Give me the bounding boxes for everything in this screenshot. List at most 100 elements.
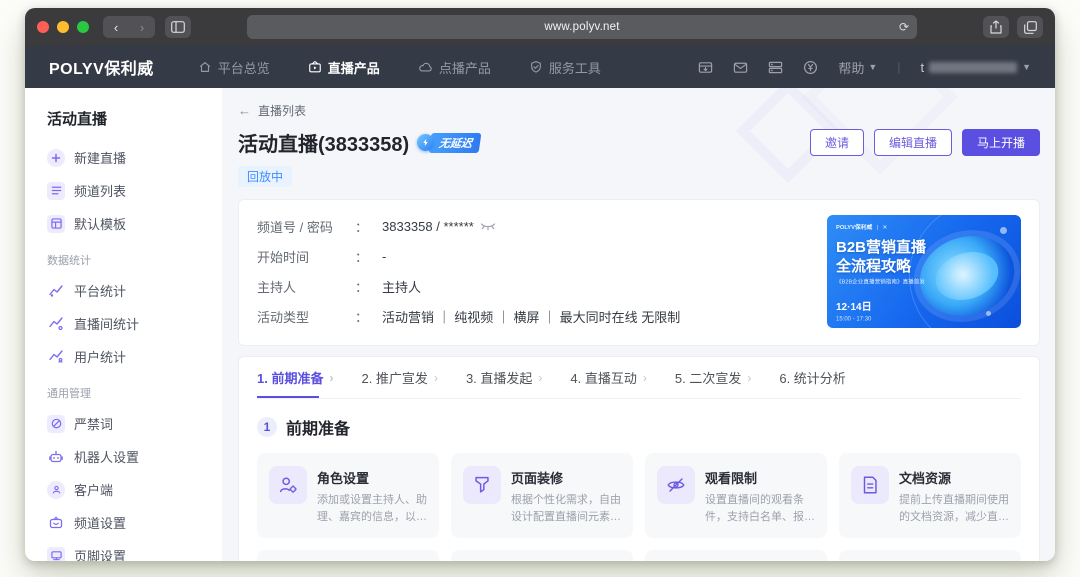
- section-title: 前期准备: [286, 415, 350, 439]
- live-info-panel: 频道号 / 密码： 3833358 / ****** 开始时间： - 主持人： …: [238, 199, 1040, 346]
- browser-titlebar: ‹ › www.polyv.net ⟳: [25, 8, 1055, 46]
- promo-banner[interactable]: POLYV保利威|✕ B2B营销直播 全流程攻略 《B2B企业直播营销指南》直播…: [827, 215, 1021, 328]
- browser-window: ‹ › www.polyv.net ⟳ POLYV保利威 平台总览: [25, 8, 1055, 561]
- chevron-right-icon: ›: [538, 371, 542, 385]
- sidebar-item-channel-list[interactable]: 频道列表: [25, 174, 222, 207]
- banner-time: 15:00 - 17:30: [836, 315, 871, 322]
- nav-item-platform-overview[interactable]: 平台总览: [198, 58, 270, 77]
- live-icon: [308, 60, 322, 74]
- template-icon: [47, 215, 65, 233]
- storage-box-icon[interactable]: [698, 60, 713, 75]
- feature-cards-row-1: 角色设置 添加或设置主持人、助理、嘉宾的信息，以及新增助... 页面装修 根据个…: [257, 453, 1021, 538]
- card-document-resources[interactable]: 文档资源 提前上传直播期间使用的文档资源，减少直播中的失...: [839, 453, 1021, 538]
- tab-interaction[interactable]: 4. 直播互动›: [570, 357, 646, 398]
- invite-button[interactable]: 邀请: [810, 129, 864, 156]
- sidebar-toggle-button[interactable]: [165, 16, 191, 38]
- sidebar-item-channel-settings[interactable]: 频道设置: [25, 506, 222, 539]
- banner-brand: POLYV保利威|✕: [836, 223, 887, 231]
- breadcrumb[interactable]: ← 直播列表: [238, 88, 1040, 119]
- divider: |: [897, 60, 900, 74]
- page-title: 活动直播(3833358): [238, 128, 409, 157]
- card-anti-screen-record[interactable]: 防录屏: [257, 550, 439, 561]
- zoom-window-button[interactable]: [77, 21, 89, 33]
- tab-preparation[interactable]: 1. 前期准备›: [257, 357, 333, 398]
- tab-analytics[interactable]: 6. 统计分析: [779, 357, 845, 398]
- tabs-overview-button[interactable]: [1017, 16, 1043, 38]
- polyv-logo[interactable]: POLYV保利威: [49, 55, 154, 79]
- home-icon: [198, 60, 212, 74]
- chevron-right-icon: ›: [747, 371, 751, 385]
- minimize-window-button[interactable]: [57, 21, 69, 33]
- line-chart-icon: [47, 282, 65, 300]
- chevron-right-icon: ›: [329, 371, 333, 385]
- client-icon: [47, 481, 65, 499]
- chevron-down-icon: ▼: [1022, 62, 1031, 72]
- sidebar-item-footer-settings[interactable]: 页脚设置: [25, 539, 222, 561]
- start-live-button[interactable]: 马上开播: [962, 129, 1040, 156]
- card-watch-page-settings[interactable]: 观看页设置: [645, 550, 827, 561]
- shield-icon: [529, 60, 543, 74]
- back-button[interactable]: ‹: [103, 16, 129, 38]
- eye-off-icon: [657, 466, 695, 504]
- card-watch-restriction[interactable]: 观看限制 设置直播间的观看条件，支持白名单、报名观看、验...: [645, 453, 827, 538]
- main-content: ← 直播列表 活动直播(3833358) 无延迟 邀请 编辑直播 马上开播: [222, 88, 1055, 561]
- edit-live-button[interactable]: 编辑直播: [874, 129, 952, 156]
- app-navbar: POLYV保利威 平台总览 直播产品 点播产品 服务工具: [25, 46, 1055, 88]
- sidebar-item-user-stats[interactable]: 用户统计: [25, 340, 222, 373]
- tab-promotion[interactable]: 2. 推广宣发›: [361, 357, 437, 398]
- eye-closed-icon[interactable]: [480, 222, 496, 232]
- feature-cards-row-2: 防录屏 聊天室设置 观看页设置: [257, 550, 1021, 561]
- share-button[interactable]: [983, 16, 1009, 38]
- sidebar-item-robot-settings[interactable]: 机器人设置: [25, 440, 222, 473]
- section-number-badge: 1: [257, 417, 277, 437]
- line-chart-icon: [47, 348, 65, 366]
- sidebar-item-banned-words[interactable]: 严禁词: [25, 407, 222, 440]
- nav-item-vod-products[interactable]: 点播产品: [418, 58, 491, 77]
- banner-subtitle: 《B2B企业直播营销指南》直播首发: [836, 278, 925, 286]
- sidebar-item-platform-stats[interactable]: 平台统计: [25, 274, 222, 307]
- list-icon: [47, 182, 65, 200]
- nav-item-live-products[interactable]: 直播产品: [308, 58, 380, 77]
- workflow-tabs: 1. 前期准备› 2. 推广宣发› 3. 直播发起› 4. 直播互动› 5. 二…: [257, 357, 1021, 399]
- close-window-button[interactable]: [37, 21, 49, 33]
- robot-icon: [47, 448, 65, 466]
- nav-item-service-tools[interactable]: 服务工具: [529, 58, 601, 77]
- account-menu[interactable]: t ▼: [920, 60, 1031, 75]
- chevron-right-icon: ›: [643, 371, 647, 385]
- window-controls: [37, 21, 89, 33]
- banner-date: 12·14日: [836, 298, 872, 313]
- sidebar-group-data-stats: 数据统计: [25, 240, 222, 274]
- sidebar-toggle-icon: [171, 21, 185, 33]
- username-redacted: [929, 62, 1017, 73]
- sidebar-title: 活动直播: [25, 104, 222, 141]
- help-menu[interactable]: 帮助▼: [838, 58, 877, 77]
- sidebar-group-general-manage: 通用管理: [25, 373, 222, 407]
- url-text: www.polyv.net: [544, 21, 619, 33]
- mail-icon[interactable]: [733, 60, 748, 75]
- tab-launch[interactable]: 3. 直播发起›: [466, 357, 542, 398]
- server-icon[interactable]: [768, 60, 783, 75]
- reload-icon[interactable]: ⟳: [899, 20, 909, 34]
- tab-re-promotion[interactable]: 5. 二次宣发›: [675, 357, 751, 398]
- sidebar-item-new-live[interactable]: 新建直播: [25, 141, 222, 174]
- sidebar-item-client[interactable]: 客户端: [25, 473, 222, 506]
- card-page-embed[interactable]: 页面嵌入: [839, 550, 1021, 561]
- plus-icon: [47, 149, 65, 167]
- back-arrow-icon: ←: [238, 103, 251, 118]
- card-role-settings[interactable]: 角色设置 添加或设置主持人、助理、嘉宾的信息，以及新增助...: [257, 453, 439, 538]
- line-chart-icon: [47, 315, 65, 333]
- banner-title: B2B营销直播 全流程攻略: [836, 239, 926, 277]
- sidebar-item-room-stats[interactable]: 直播间统计: [25, 307, 222, 340]
- card-chatroom-settings[interactable]: 聊天室设置: [451, 550, 633, 561]
- tv-icon: [47, 514, 65, 532]
- forward-button[interactable]: ›: [129, 16, 155, 38]
- coin-icon[interactable]: [803, 60, 818, 75]
- chevron-down-icon: ▼: [868, 62, 877, 72]
- person-gear-icon: [269, 466, 307, 504]
- address-bar[interactable]: www.polyv.net ⟳: [247, 15, 917, 39]
- card-page-decoration[interactable]: 页面装修 根据个性化需求，自由设计配置直播间元素，支持自...: [451, 453, 633, 538]
- monitor-icon: [47, 547, 65, 562]
- sidebar-item-default-template[interactable]: 默认模板: [25, 207, 222, 240]
- no-delay-badge: 无延迟: [417, 133, 480, 153]
- paint-funnel-icon: [463, 466, 501, 504]
